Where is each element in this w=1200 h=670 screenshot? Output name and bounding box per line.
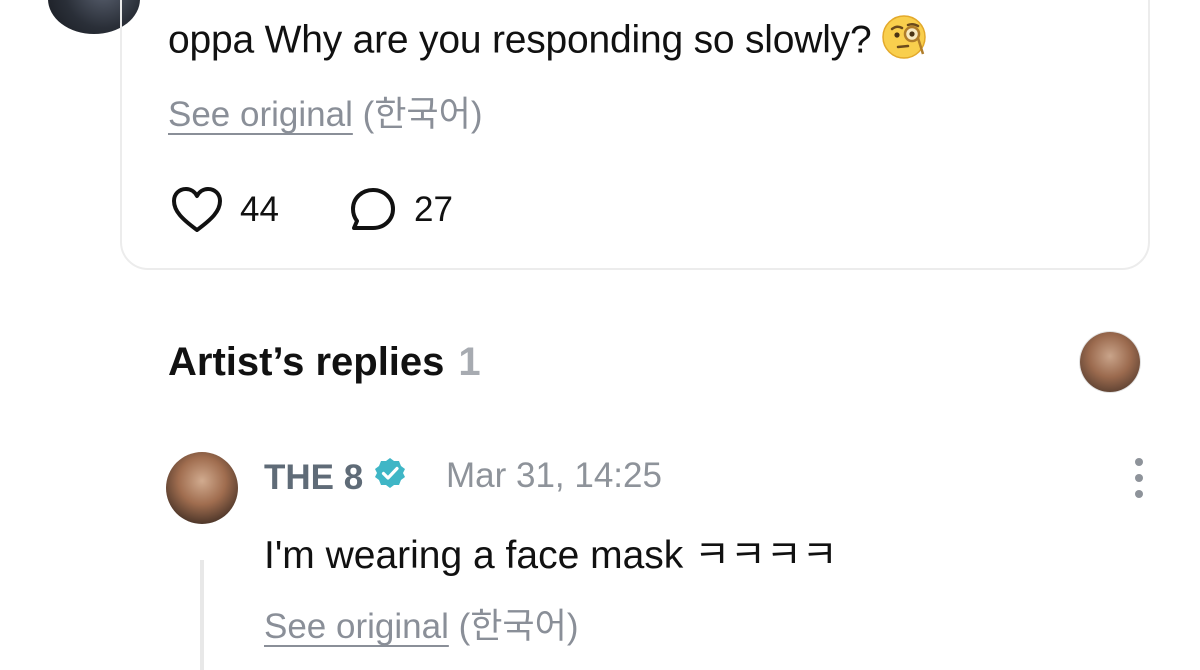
comment-button[interactable]: 27 [348, 186, 453, 234]
menu-dot [1135, 474, 1143, 482]
comment-count: 27 [414, 190, 453, 229]
reply-see-original-link[interactable]: See original [264, 607, 449, 646]
monocle-face-emoji-icon [879, 12, 929, 72]
post-see-original-link[interactable]: See original [168, 95, 353, 134]
reply-author[interactable]: THE 8 [264, 456, 407, 499]
reply-see-original: See original (한국어) [264, 598, 579, 649]
menu-dot [1135, 458, 1143, 466]
post-text-content: oppa Why are you responding so slowly? [168, 18, 872, 62]
reply-timestamp: Mar 31, 14:25 [446, 456, 662, 495]
artist-replies-title: Artist’s replies [168, 340, 445, 384]
post-language-label: (한국어) [362, 95, 483, 134]
artist-avatar-small[interactable] [1080, 332, 1140, 392]
more-options-icon[interactable] [1128, 458, 1150, 498]
reply-author-name: THE 8 [264, 457, 364, 497]
thread-line [200, 560, 204, 670]
like-button[interactable]: 44 [170, 186, 279, 234]
comment-bubble-icon [348, 186, 398, 234]
like-count: 44 [240, 190, 279, 229]
post-see-original: See original (한국어) [168, 86, 483, 137]
artist-replies-count: 1 [458, 340, 481, 384]
verified-badge-icon [373, 456, 407, 499]
heart-icon [170, 186, 224, 234]
reply-text: I'm wearing a face mask ㅋㅋㅋㅋ [264, 534, 838, 577]
reply-author-avatar[interactable] [166, 452, 238, 524]
reply-language-label: (한국어) [458, 607, 579, 646]
menu-dot [1135, 490, 1143, 498]
post-text: oppa Why are you responding so slowly? [168, 12, 929, 72]
artist-replies-heading: Artist’s replies 1 [168, 340, 481, 385]
